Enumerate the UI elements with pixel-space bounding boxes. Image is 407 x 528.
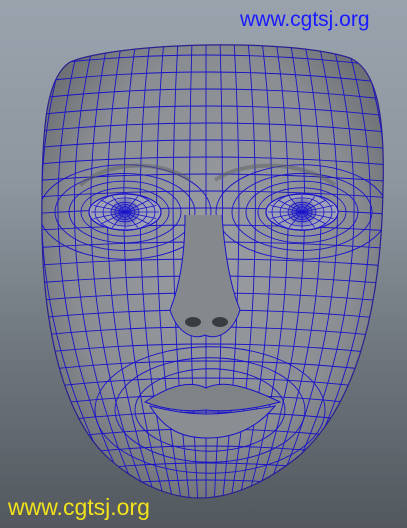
left-eye <box>88 193 162 231</box>
face-mesh-model[interactable] <box>0 0 407 528</box>
left-nostril <box>185 317 201 327</box>
right-eye <box>265 193 339 231</box>
watermark-bottom: www.cgtsj.org <box>8 494 150 520</box>
right-nostril <box>212 317 228 327</box>
3d-viewport[interactable]: www.cgtsj.org www.cgtsj.org <box>0 0 407 528</box>
watermark-top: www.cgtsj.org <box>240 8 370 31</box>
